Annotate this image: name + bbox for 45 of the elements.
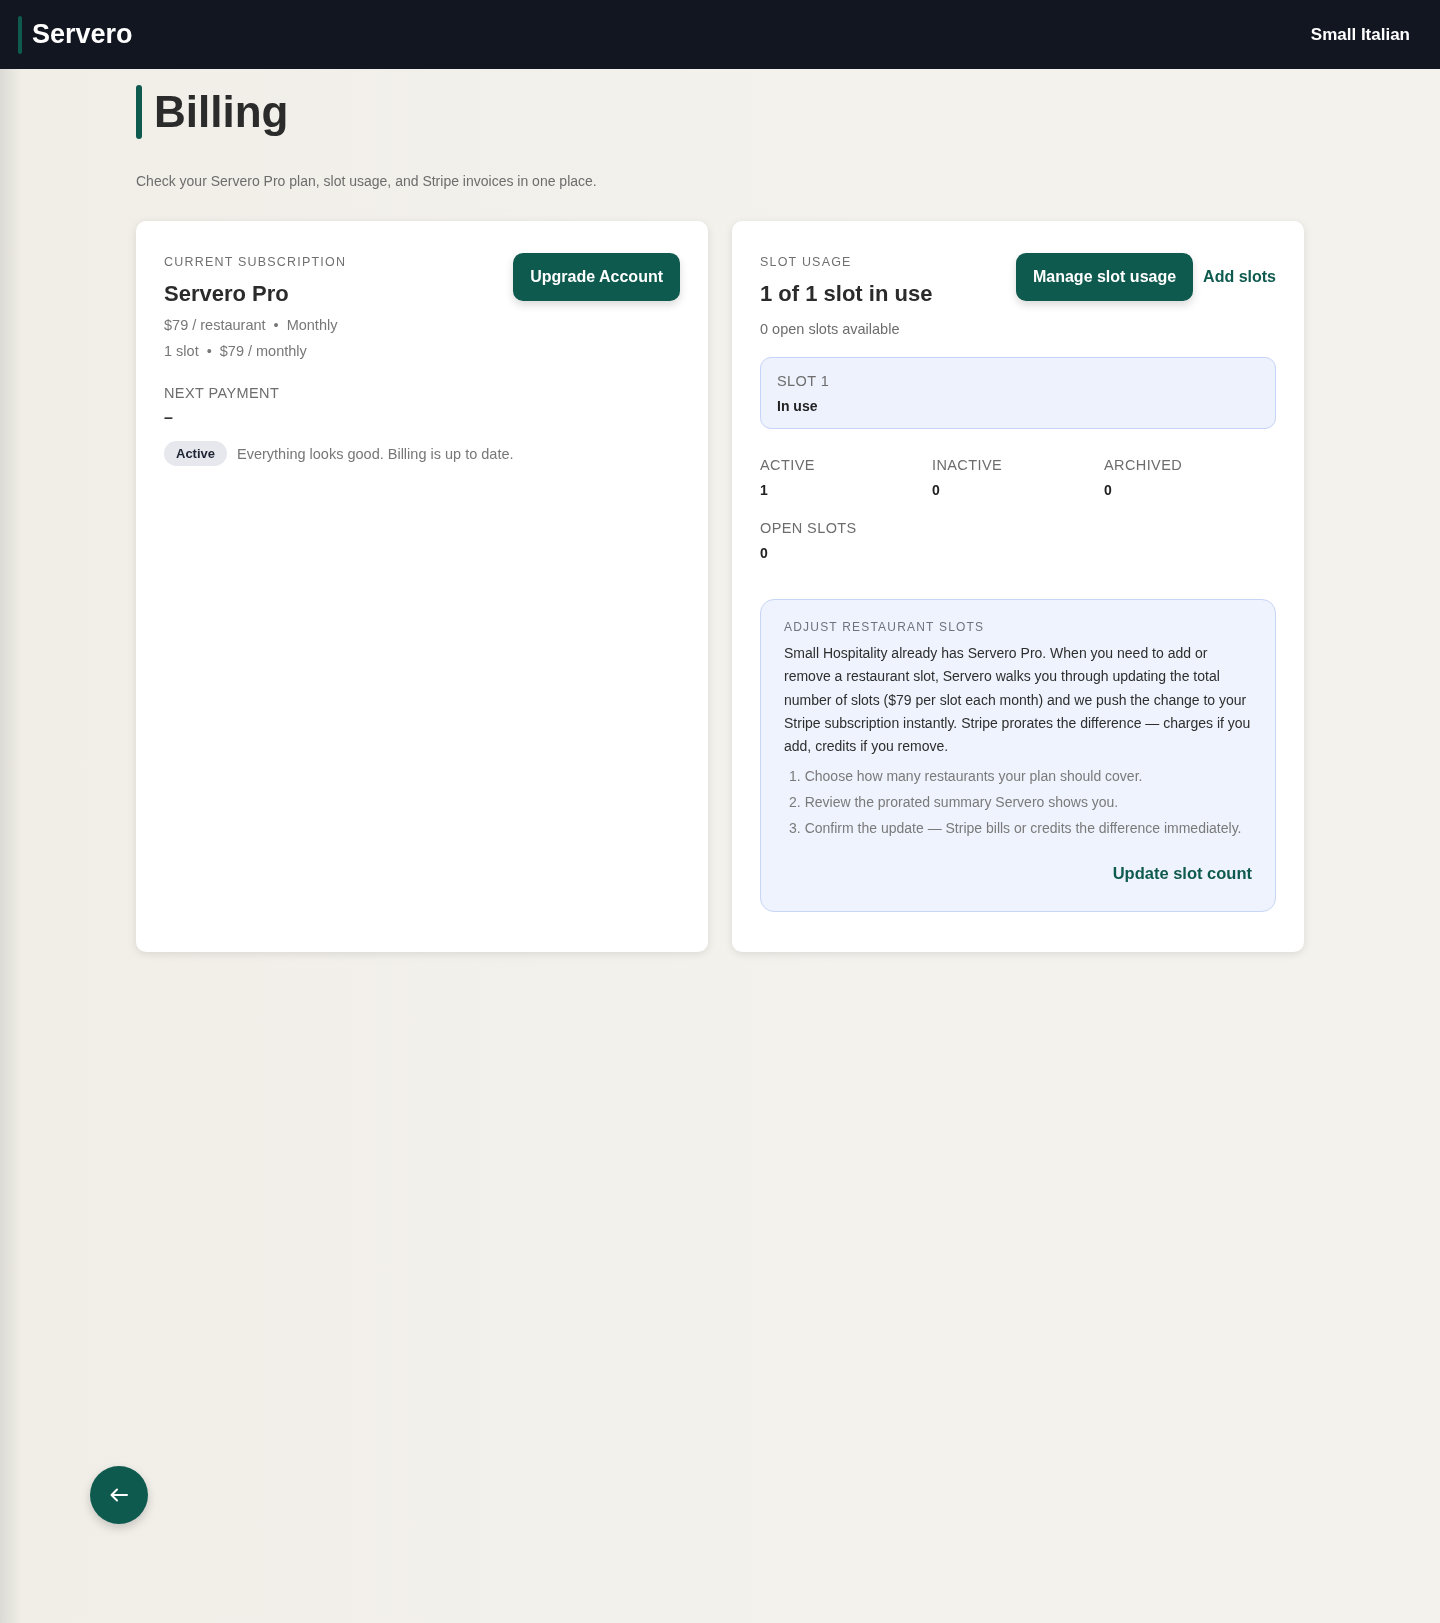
step-text: Choose how many restaurants your plan should cover. xyxy=(804,768,1143,785)
slot-count: 1 slot xyxy=(164,343,199,359)
step-number: 3. xyxy=(789,820,801,837)
back-button[interactable] xyxy=(90,1466,148,1524)
next-payment-value: – xyxy=(164,409,174,427)
slot-price: $79 / monthly xyxy=(219,343,307,359)
stat-label: INACTIVE xyxy=(932,457,1004,473)
panel-description: Small Hospitality already has Servero Pro. When you need to add or remove a restaurant slot, Servero walks you through updating the total number of slots ($79 per slot each month) and we push the change to your Stripe subscription instantly. Stripe prorates the difference — charges if you add, credits if you remove. xyxy=(784,644,1252,757)
stat-label: ACTIVE xyxy=(760,457,816,473)
step-text: Review the prorated summary Servero shows you. xyxy=(804,794,1119,811)
section-eyebrow: CURRENT SUBSCRIPTION xyxy=(164,255,347,269)
stat-value: 0 xyxy=(932,482,941,498)
open-slots-text: 0 open slots available xyxy=(760,321,901,337)
stat-value: 0 xyxy=(760,545,769,561)
panel-eyebrow: ADJUST RESTAURANT SLOTS xyxy=(784,620,986,634)
step-text: Confirm the update — Stripe bills or credits the difference immediately. xyxy=(804,820,1242,837)
manage-slot-usage-button[interactable]: Manage slot usage xyxy=(1015,253,1194,301)
section-eyebrow: SLOT USAGE xyxy=(760,255,853,269)
back-arrow-icon xyxy=(110,1488,128,1502)
separator-dot: • xyxy=(273,317,279,333)
page-subtitle: Check your Servero Pro plan, slot usage, and Stripe invoices in one place. xyxy=(136,173,598,189)
slot-status: In use xyxy=(777,398,819,414)
status-badge: Active xyxy=(164,441,228,466)
brand-accent-bar xyxy=(18,15,22,54)
status-message: Everything looks good. Billing is up to date. xyxy=(237,445,514,462)
plan-price: $79 / restaurant xyxy=(164,317,266,333)
stat-value: 1 xyxy=(760,482,769,498)
title-accent-bar xyxy=(136,85,142,139)
update-slot-count-link[interactable]: Update slot count xyxy=(1112,864,1252,884)
stat-label: ARCHIVED xyxy=(1104,457,1184,473)
upgrade-account-button[interactable]: Upgrade Account xyxy=(513,253,680,301)
account-name[interactable]: Small Italian xyxy=(1310,24,1410,45)
step-number: 1. xyxy=(789,768,801,785)
next-payment-label: NEXT PAYMENT xyxy=(164,385,281,401)
stat-value: 0 xyxy=(1104,482,1113,498)
slot-usage-headline: 1 of 1 slot in use xyxy=(760,281,933,307)
separator-dot: • xyxy=(206,343,212,359)
plan-name: Servero Pro xyxy=(164,281,290,307)
step-number: 2. xyxy=(789,794,801,811)
billing-interval: Monthly xyxy=(286,317,338,333)
slot-label: SLOT 1 xyxy=(777,373,831,389)
brand-name[interactable]: Servero xyxy=(32,19,133,50)
stat-label: OPEN SLOTS xyxy=(760,520,858,536)
add-slots-link[interactable]: Add slots xyxy=(1203,268,1276,286)
page-title: Billing xyxy=(154,87,289,137)
